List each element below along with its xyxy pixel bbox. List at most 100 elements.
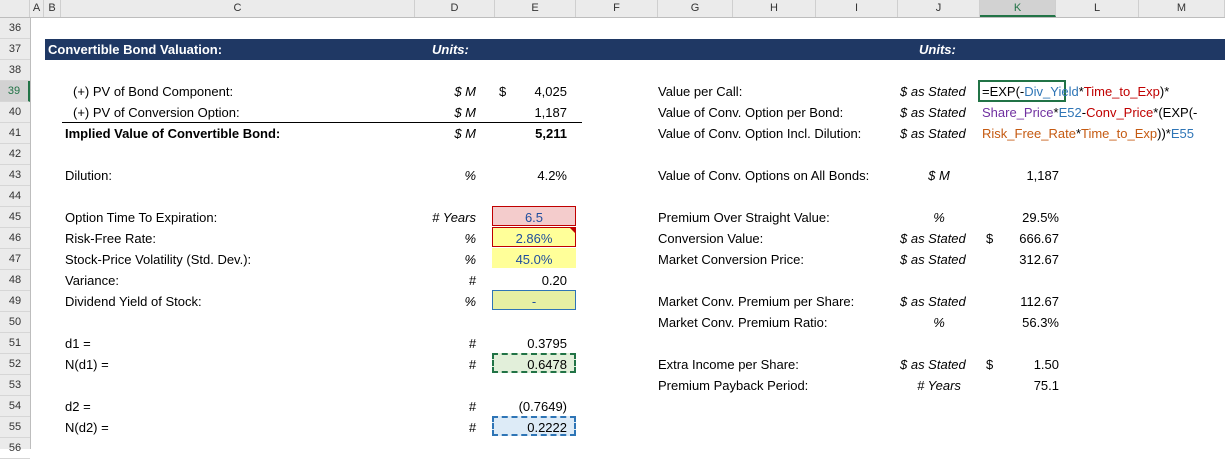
right-label-53[interactable]: Premium Payback Period: xyxy=(658,375,808,396)
column-header-k[interactable]: K xyxy=(980,0,1056,17)
column-header-a[interactable]: A xyxy=(30,0,44,17)
column-header-j[interactable]: J xyxy=(898,0,980,17)
right-label-50[interactable]: Market Conv. Premium Ratio: xyxy=(658,312,828,333)
row-header-40[interactable]: 40 xyxy=(0,102,30,123)
right-unit-50[interactable]: % xyxy=(898,312,980,333)
right-label-43[interactable]: Value of Conv. Options on All Bonds: xyxy=(658,165,869,186)
left-label-47[interactable]: Stock-Price Volatility (Std. Dev.): xyxy=(65,249,251,270)
right-unit-41[interactable]: $ as Stated xyxy=(900,123,966,144)
left-unit-52[interactable]: # xyxy=(400,354,476,375)
left-value-39[interactable]: 4,025 xyxy=(480,81,567,102)
select-all-corner[interactable] xyxy=(0,0,30,17)
row-header-36[interactable]: 36 xyxy=(0,18,30,39)
left-label-39[interactable]: (+) PV of Bond Component: xyxy=(73,81,233,102)
right-unit-49[interactable]: $ as Stated xyxy=(900,291,966,312)
left-label-52[interactable]: N(d1) = xyxy=(65,354,109,375)
right-label-47[interactable]: Market Conversion Price: xyxy=(658,249,804,270)
left-unit-55[interactable]: # xyxy=(400,417,476,438)
column-header-h[interactable]: H xyxy=(733,0,816,17)
right-label-52[interactable]: Extra Income per Share: xyxy=(658,354,799,375)
left-unit-49[interactable]: % xyxy=(400,291,476,312)
right-value-45[interactable]: 29.5% xyxy=(980,207,1059,228)
formula-line1[interactable]: =EXP(-Div_Yield*Time_to_Exp)* xyxy=(982,81,1169,102)
row-header-44[interactable]: 44 xyxy=(0,186,30,207)
left-value-49[interactable]: - xyxy=(492,291,576,312)
row-header-49[interactable]: 49 xyxy=(0,291,30,312)
left-value-45[interactable]: 6.5 xyxy=(492,207,576,228)
left-unit-51[interactable]: # xyxy=(400,333,476,354)
left-value-51[interactable]: 0.3795 xyxy=(480,333,567,354)
right-unit-40[interactable]: $ as Stated xyxy=(900,102,966,123)
right-value-47[interactable]: 312.67 xyxy=(980,249,1059,270)
left-label-51[interactable]: d1 = xyxy=(65,333,91,354)
right-unit-45[interactable]: % xyxy=(898,207,980,228)
row-header-52[interactable]: 52 xyxy=(0,354,30,375)
right-unit-52[interactable]: $ as Stated xyxy=(900,354,966,375)
left-unit-39[interactable]: $ M xyxy=(400,81,476,102)
left-unit-43[interactable]: % xyxy=(400,165,476,186)
left-label-43[interactable]: Dilution: xyxy=(65,165,112,186)
column-header-i[interactable]: I xyxy=(816,0,898,17)
row-header-37[interactable]: 37 xyxy=(0,39,30,60)
column-header-b[interactable]: B xyxy=(44,0,61,17)
row-header-48[interactable]: 48 xyxy=(0,270,30,291)
right-value-46[interactable]: 666.67 xyxy=(980,228,1059,249)
row-header-53[interactable]: 53 xyxy=(0,375,30,396)
right-unit-47[interactable]: $ as Stated xyxy=(900,249,966,270)
right-unit-53[interactable]: # Years xyxy=(898,375,980,396)
formula-line3[interactable]: Risk_Free_Rate*Time_to_Exp))*E55 xyxy=(982,123,1194,144)
left-unit-41[interactable]: $ M xyxy=(400,123,476,144)
right-value-53[interactable]: 75.1 xyxy=(980,375,1059,396)
column-header-d[interactable]: D xyxy=(415,0,495,17)
right-value-43[interactable]: 1,187 xyxy=(980,165,1059,186)
left-unit-48[interactable]: # xyxy=(400,270,476,291)
row-header-38[interactable]: 38 xyxy=(0,60,30,81)
left-label-49[interactable]: Dividend Yield of Stock: xyxy=(65,291,202,312)
row-header-45[interactable]: 45 xyxy=(0,207,30,228)
row-header-54[interactable]: 54 xyxy=(0,396,30,417)
left-label-48[interactable]: Variance: xyxy=(65,270,119,291)
column-header-m[interactable]: M xyxy=(1139,0,1225,17)
row-header-50[interactable]: 50 xyxy=(0,312,30,333)
left-label-55[interactable]: N(d2) = xyxy=(65,417,109,438)
left-value-43[interactable]: 4.2% xyxy=(480,165,567,186)
left-value-52[interactable]: 0.6478 xyxy=(480,354,567,375)
left-value-48[interactable]: 0.20 xyxy=(480,270,567,291)
left-value-41[interactable]: 5,211 xyxy=(480,123,567,144)
row-header-43[interactable]: 43 xyxy=(0,165,30,186)
left-unit-47[interactable]: % xyxy=(400,249,476,270)
right-value-52[interactable]: 1.50 xyxy=(980,354,1059,375)
formula-line2[interactable]: Share_Price*E52-Conv_Price*(EXP(- xyxy=(982,102,1197,123)
left-value-46[interactable]: 2.86% xyxy=(492,228,576,249)
right-value-49[interactable]: 112.67 xyxy=(980,291,1059,312)
right-unit-46[interactable]: $ as Stated xyxy=(900,228,966,249)
right-label-49[interactable]: Market Conv. Premium per Share: xyxy=(658,291,854,312)
left-unit-40[interactable]: $ M xyxy=(400,102,476,123)
right-label-39[interactable]: Value per Call: xyxy=(658,81,742,102)
row-header-55[interactable]: 55 xyxy=(0,417,30,438)
right-label-41[interactable]: Value of Conv. Option Incl. Dilution: xyxy=(658,123,861,144)
left-value-40[interactable]: 1,187 xyxy=(480,102,567,123)
row-header-42[interactable]: 42 xyxy=(0,144,30,165)
column-header-g[interactable]: G xyxy=(658,0,733,17)
column-header-c[interactable]: C xyxy=(61,0,415,17)
right-label-40[interactable]: Value of Conv. Option per Bond: xyxy=(658,102,843,123)
row-header-41[interactable]: 41 xyxy=(0,123,30,144)
row-header-47[interactable]: 47 xyxy=(0,249,30,270)
left-label-41[interactable]: Implied Value of Convertible Bond: xyxy=(65,123,280,144)
right-label-46[interactable]: Conversion Value: xyxy=(658,228,763,249)
row-header-46[interactable]: 46 xyxy=(0,228,30,249)
right-value-50[interactable]: 56.3% xyxy=(980,312,1059,333)
column-header-e[interactable]: E xyxy=(495,0,576,17)
column-header-f[interactable]: F xyxy=(576,0,658,17)
row-header-39[interactable]: 39 xyxy=(0,81,30,102)
left-value-55[interactable]: 0.2222 xyxy=(480,417,567,438)
left-unit-46[interactable]: % xyxy=(400,228,476,249)
left-unit-45[interactable]: # Years xyxy=(400,207,476,228)
left-value-54[interactable]: (0.7649) xyxy=(480,396,567,417)
row-header-51[interactable]: 51 xyxy=(0,333,30,354)
right-unit-39[interactable]: $ as Stated xyxy=(900,81,966,102)
column-header-l[interactable]: L xyxy=(1056,0,1139,17)
left-value-47[interactable]: 45.0% xyxy=(492,249,576,270)
left-label-40[interactable]: (+) PV of Conversion Option: xyxy=(73,102,240,123)
